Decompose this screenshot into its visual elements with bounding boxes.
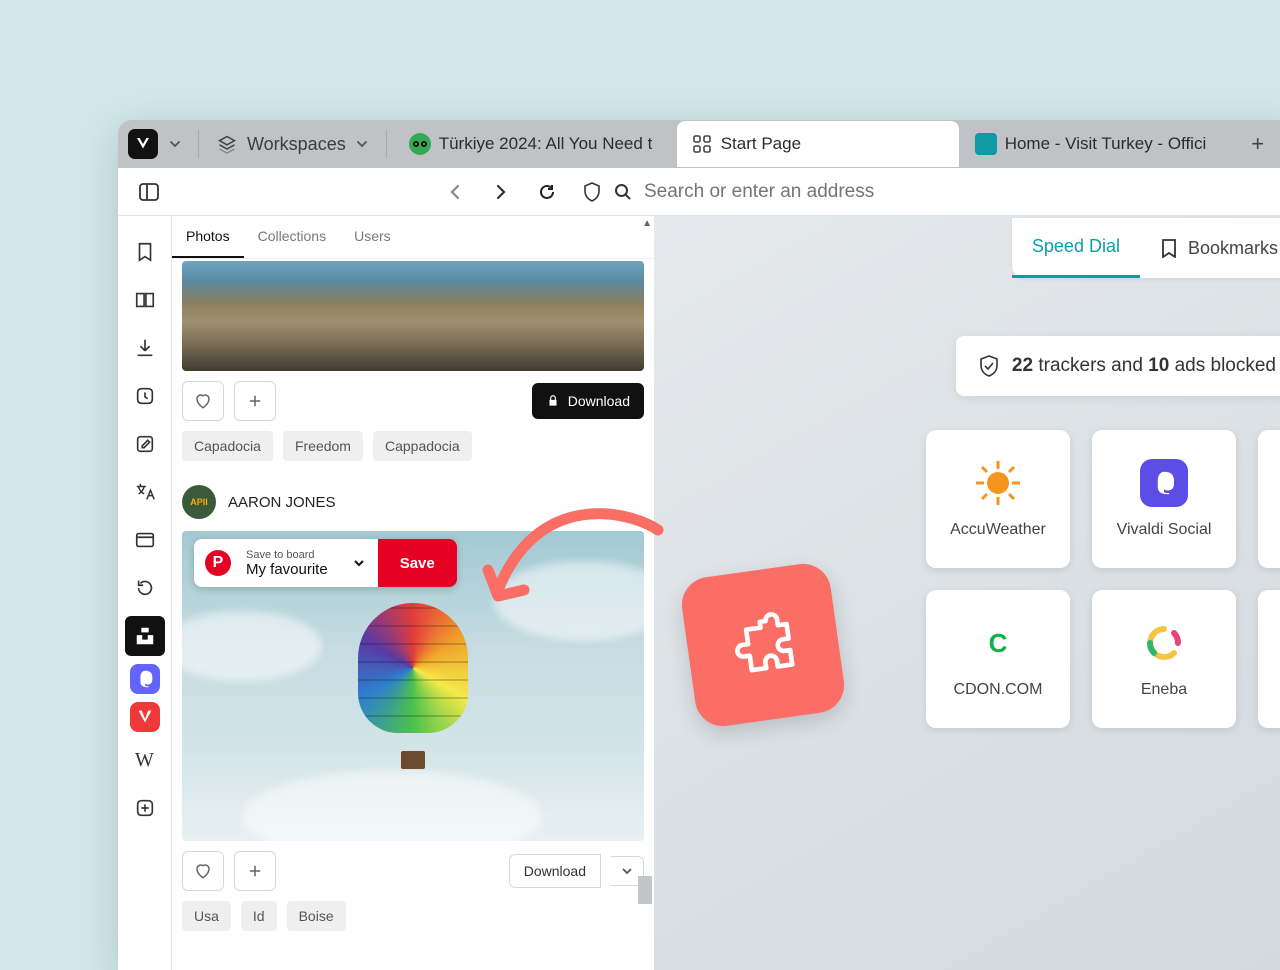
bookmark-icon	[1160, 238, 1178, 258]
pinterest-icon: P	[194, 539, 242, 587]
back-button[interactable]	[434, 171, 476, 213]
vivaldi-logo-icon[interactable]	[128, 129, 158, 159]
mastodon-icon	[1140, 459, 1188, 507]
download-button[interactable]: Download	[509, 854, 601, 888]
divider	[198, 130, 199, 158]
web-panel: ▲ Photos Collections Users Download Capa…	[172, 216, 654, 970]
tag[interactable]: Usa	[182, 901, 231, 931]
divider	[386, 130, 387, 158]
unsplash-panel-icon[interactable]	[125, 616, 165, 656]
tag[interactable]: Boise	[287, 901, 346, 931]
tab-label: Start Page	[721, 134, 801, 154]
history-icon[interactable]	[125, 376, 165, 416]
sun-icon	[974, 459, 1022, 507]
author-name: AARON JONES	[228, 494, 336, 511]
add-button[interactable]	[234, 381, 276, 421]
cdon-icon: C	[974, 619, 1022, 667]
browser-window: Workspaces Türkiye 2024: All You Need t …	[118, 120, 1280, 970]
board-dropdown[interactable]	[340, 539, 378, 587]
notes-icon[interactable]	[125, 424, 165, 464]
mastodon-panel-icon[interactable]	[130, 664, 160, 694]
panel-tabs: Photos Collections Users	[172, 216, 654, 259]
eneba-icon	[1140, 619, 1188, 667]
save-button[interactable]: Save	[378, 539, 457, 587]
shield-icon	[978, 354, 1000, 378]
author-row[interactable]: APII AARON JONES	[172, 477, 654, 529]
workspaces-dropdown[interactable]: Workspaces	[207, 134, 378, 155]
add-panel-icon[interactable]	[125, 788, 165, 828]
photo-thumbnail[interactable]	[182, 261, 644, 371]
tab-start-page[interactable]: Start Page	[677, 121, 959, 167]
translate-icon[interactable]	[125, 472, 165, 512]
tab-photos[interactable]: Photos	[172, 216, 244, 258]
speed-dial-tiles: AccuWeather Vivaldi Social C CDON.COM	[926, 430, 1280, 728]
add-button[interactable]	[234, 851, 276, 891]
tab-collections[interactable]: Collections	[244, 216, 340, 258]
bookmarks-tab[interactable]: Bookmarks	[1140, 218, 1280, 278]
tab-turkiye[interactable]: Türkiye 2024: All You Need t	[395, 121, 675, 167]
favicon	[975, 133, 997, 155]
speed-dial-tab[interactable]: Speed Dial	[1012, 218, 1140, 278]
forward-button[interactable]	[480, 171, 522, 213]
downloads-icon[interactable]	[125, 328, 165, 368]
start-page-content: Speed Dial Bookmarks 22 trackers and 10 …	[654, 216, 1280, 970]
tag[interactable]: Capadocia	[182, 431, 273, 461]
tag[interactable]: Freedom	[283, 431, 363, 461]
sessions-icon[interactable]	[125, 568, 165, 608]
like-button[interactable]	[182, 381, 224, 421]
pinterest-save-widget: P Save to board My favourite Save	[194, 539, 457, 587]
bookmarks-icon[interactable]	[125, 232, 165, 272]
wikipedia-panel-icon[interactable]: W	[125, 740, 165, 780]
balloon-graphic	[358, 603, 468, 783]
avatar: APII	[182, 485, 216, 519]
tab-bar: Workspaces Türkiye 2024: All You Need t …	[118, 120, 1280, 168]
tag[interactable]: Cappadocia	[373, 431, 472, 461]
tile-partial[interactable]	[1258, 590, 1280, 728]
tab-label: Home - Visit Turkey - Offici	[1005, 134, 1207, 154]
tag[interactable]: Id	[241, 901, 277, 931]
app-menu-dropdown[interactable]	[164, 133, 186, 155]
search-icon	[614, 183, 632, 201]
shield-icon	[582, 181, 602, 203]
reload-button[interactable]	[526, 171, 568, 213]
panel-toggle-button[interactable]	[128, 171, 170, 213]
tile-vivaldi-social[interactable]: Vivaldi Social	[1092, 430, 1236, 568]
new-tab-button[interactable]: +	[1243, 129, 1273, 159]
scrollbar-thumb[interactable]	[638, 876, 652, 904]
tab-visit-turkey[interactable]: Home - Visit Turkey - Offici	[961, 121, 1241, 167]
like-button[interactable]	[182, 851, 224, 891]
start-page-nav: Speed Dial Bookmarks	[1012, 218, 1280, 278]
reading-list-icon[interactable]	[125, 280, 165, 320]
tab-users[interactable]: Users	[340, 216, 405, 258]
vivaldi-panel-icon[interactable]	[130, 702, 160, 732]
workspaces-label: Workspaces	[247, 134, 346, 155]
tile-cdon[interactable]: C CDON.COM	[926, 590, 1070, 728]
save-to-board-label: Save to board	[246, 549, 328, 561]
grid-icon	[691, 133, 713, 155]
tile-partial[interactable]	[1258, 430, 1280, 568]
toolbar	[118, 168, 1280, 216]
sidebar: W	[118, 216, 172, 970]
window-panel-icon[interactable]	[125, 520, 165, 560]
scroll-up-icon[interactable]: ▲	[642, 218, 652, 229]
tracker-blocked-banner[interactable]: 22 trackers and 10 ads blocked	[956, 336, 1280, 396]
download-button[interactable]: Download	[532, 383, 644, 419]
tile-eneba[interactable]: Eneba	[1092, 590, 1236, 728]
photo-thumbnail[interactable]: P Save to board My favourite Save	[182, 531, 644, 841]
board-name: My favourite	[246, 561, 328, 578]
address-bar[interactable]	[572, 181, 1280, 203]
tile-accuweather[interactable]: AccuWeather	[926, 430, 1070, 568]
tab-label: Türkiye 2024: All You Need t	[439, 134, 653, 154]
address-input[interactable]	[644, 181, 1280, 203]
lock-icon	[546, 394, 560, 408]
